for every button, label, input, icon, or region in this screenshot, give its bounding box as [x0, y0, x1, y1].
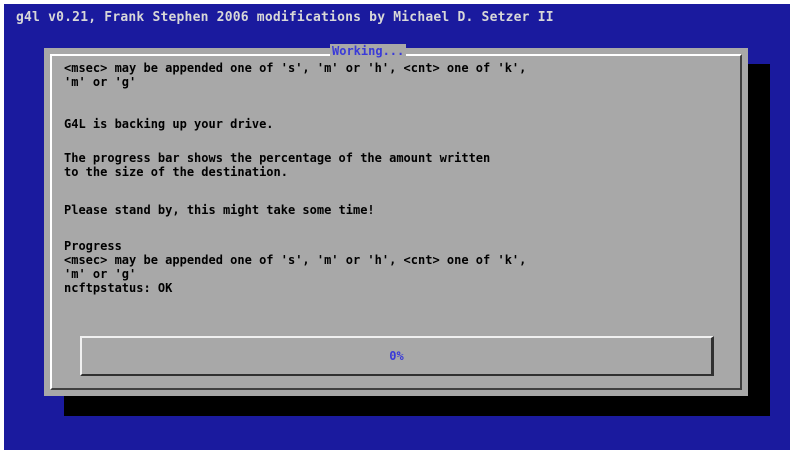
message-line-progress-explanation: The progress bar shows the percentage of… [64, 151, 491, 165]
message-line-ncftp-status: ncftpstatus: OK [64, 281, 173, 295]
message-line-backing-up: G4L is backing up your drive. [64, 117, 274, 131]
message-line-progress-heading: Progress [64, 239, 122, 253]
message-line-appended-options-2: <msec> may be appended one of 's', 'm' o… [64, 253, 527, 267]
backtitle: g4l v0.21, Frank Stephen 2006 modificati… [16, 10, 554, 25]
message-line-stand-by: Please stand by, this might take some ti… [64, 203, 375, 217]
message-line-appended-options-2-cont: 'm' or 'g' [64, 267, 137, 281]
message-line-appended-options: <msec> may be appended one of 's', 'm' o… [64, 61, 527, 75]
message-line-progress-explanation-cont: to the size of the destination. [64, 165, 288, 179]
dialog-title: Working... [330, 44, 407, 58]
progress-gauge: 0% [80, 336, 714, 376]
message-line-appended-options-cont: 'm' or 'g' [64, 75, 137, 89]
progress-percent-label: 0% [389, 349, 404, 363]
